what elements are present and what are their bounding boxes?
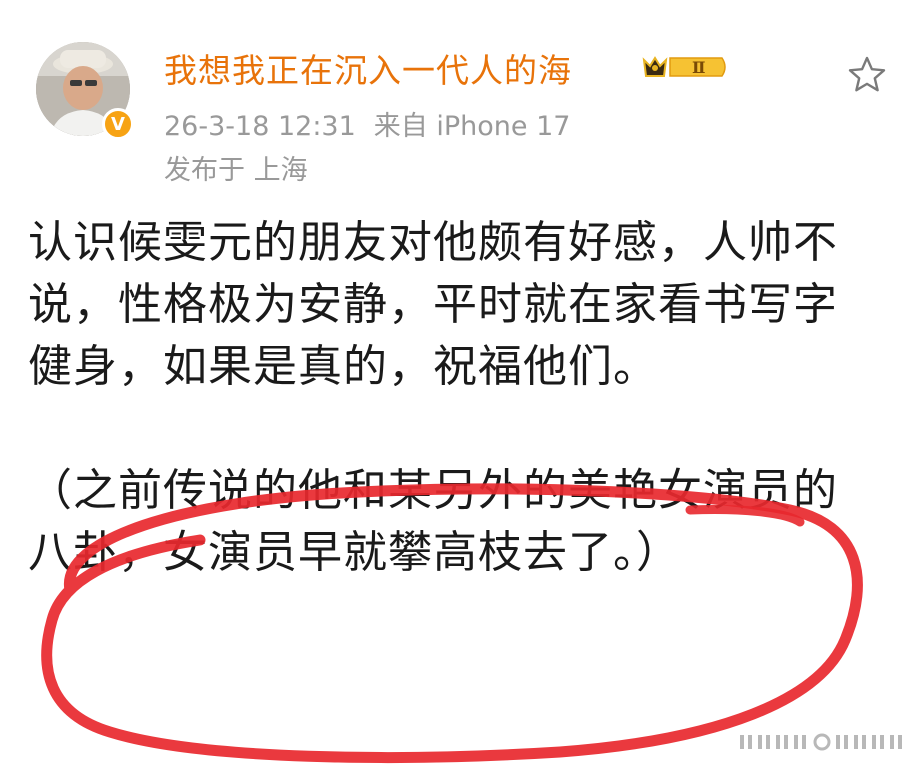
vip-level-text: Ⅱ [692, 58, 705, 77]
watermark-pattern [740, 733, 902, 751]
post-paragraph: 认识候雯元的朋友对他颇有好感，人帅不说，性格极为安静，平时就在家看书写字健身，如… [28, 217, 838, 392]
weibo-post: V 我想我正在沉入一代人的海 Ⅱ 26-3-18 12:31 来自 iPhone … [0, 0, 922, 769]
post-location: 发布于 上海 [164, 155, 308, 186]
post-meta: 26-3-18 12:31 来自 iPhone 17 [164, 104, 570, 143]
star-outline-icon[interactable] [846, 54, 888, 96]
post-timestamp: 26-3-18 12:31 [164, 111, 356, 142]
post-paragraph: （之前传说的他和某另外的美艳女演员的八卦，女演员早就攀高枝去了。） [28, 465, 838, 578]
post-source: 来自 iPhone 17 [373, 111, 571, 142]
crown-icon: Ⅱ [642, 56, 726, 77]
verified-v-icon: V [102, 108, 134, 140]
post-content: 认识候雯元的朋友对他颇有好感，人帅不说，性格极为安静，平时就在家看书写字健身，如… [28, 212, 868, 584]
username[interactable]: 我想我正在沉入一代人的海 [164, 44, 572, 92]
avatar-container[interactable]: V [36, 42, 134, 140]
